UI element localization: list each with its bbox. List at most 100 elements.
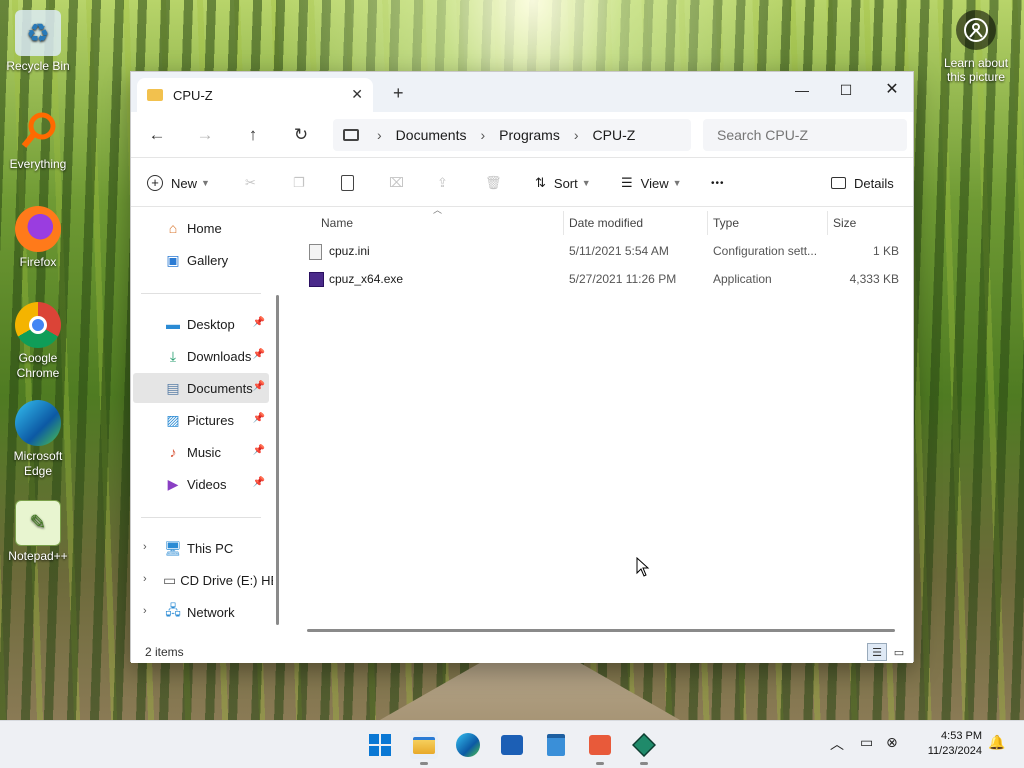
- sort-button[interactable]: ⇅ Sort ▼: [535, 171, 591, 195]
- sidebar-item-videos[interactable]: ▶ Videos 📌: [133, 469, 269, 499]
- more-icon: •••: [711, 177, 725, 189]
- file-size: 1 KB: [872, 244, 899, 258]
- refresh-button[interactable]: ↻: [289, 124, 313, 148]
- network-status-icon[interactable]: ▭: [860, 734, 873, 751]
- view-button[interactable]: ☰ View ▼: [621, 171, 682, 195]
- more-options-button[interactable]: •••: [711, 171, 725, 195]
- recycle-bin-icon: ♻: [15, 10, 61, 56]
- sidebar-item-this-pc[interactable]: 🖥 This PC: [133, 533, 269, 563]
- sort-icon: ⇅: [535, 175, 546, 190]
- cut-button[interactable]: ✂: [245, 171, 256, 195]
- pin-icon[interactable]: 📌: [253, 477, 265, 488]
- sidebar-scrollbar[interactable]: [276, 295, 279, 625]
- breadcrumb-chevron-icon: ›: [573, 127, 579, 143]
- notification-bell-icon[interactable]: 🔔: [988, 734, 1005, 751]
- sidebar-item-cd-drive[interactable]: ▭ CD Drive (E:) HB: [133, 565, 273, 595]
- copy-button[interactable]: ❐: [293, 171, 305, 195]
- forward-button[interactable]: →: [193, 124, 217, 148]
- sidebar-item-music[interactable]: ♪ Music 📌: [133, 437, 269, 467]
- details-pane-button[interactable]: Details: [831, 171, 894, 195]
- close-tab-icon[interactable]: ✕: [351, 86, 363, 103]
- column-separator[interactable]: [827, 211, 828, 235]
- file-name: cpuz.ini: [329, 244, 370, 258]
- sidebar-item-pictures[interactable]: ▨ Pictures 📌: [133, 405, 269, 435]
- learn-about-picture[interactable]: Learn about this picture: [936, 10, 1016, 84]
- pin-icon[interactable]: 📌: [253, 445, 265, 456]
- desktop-icon-notepadpp[interactable]: ✎ Notepad++: [0, 500, 76, 564]
- taskbar-notepad[interactable]: [542, 731, 570, 759]
- desktop-icon-firefox[interactable]: Firefox: [0, 206, 76, 270]
- edge-icon: [456, 733, 480, 757]
- column-header-name[interactable]: Name: [321, 211, 353, 235]
- maximize-button[interactable]: ☐: [823, 76, 869, 104]
- item-count: 2 items: [145, 645, 184, 659]
- sidebar-item-desktop[interactable]: ▬ Desktop 📌: [133, 309, 269, 339]
- desktop-icon-recycle-bin[interactable]: ♻ Recycle Bin: [0, 10, 76, 74]
- tiles-view-button[interactable]: ▭: [889, 643, 909, 661]
- desktop-icon-label: Microsoft Edge: [13, 449, 63, 478]
- sidebar-item-label: Music: [187, 444, 221, 460]
- taskbar-store[interactable]: [498, 731, 526, 759]
- pin-icon[interactable]: 📌: [253, 381, 265, 392]
- column-header-size[interactable]: Size: [833, 211, 856, 235]
- sidebar-item-label: This PC: [187, 540, 234, 556]
- start-button[interactable]: [366, 731, 394, 759]
- chrome-icon: [15, 302, 61, 348]
- pin-icon[interactable]: 📌: [253, 317, 265, 328]
- table-row[interactable]: cpuz.ini 5/11/2021 5:54 AM Configuration…: [287, 237, 913, 265]
- breadcrumb-cpu-z[interactable]: CPU-Z: [593, 127, 636, 143]
- wallpaper-path: [380, 660, 680, 720]
- back-button[interactable]: ←: [145, 124, 169, 148]
- taskbar-app-red[interactable]: [586, 731, 614, 765]
- breadcrumb-chevron-icon: ›: [480, 127, 486, 143]
- close-window-button[interactable]: ✕: [869, 76, 915, 104]
- music-icon: ♪: [169, 444, 177, 460]
- new-button[interactable]: + New ▼: [147, 171, 210, 195]
- desktop-icon-everything[interactable]: Everything: [0, 108, 76, 172]
- sidebar-item-network[interactable]: 🖧 Network: [133, 597, 269, 627]
- column-separator[interactable]: [563, 211, 564, 235]
- share-button[interactable]: ⇪: [437, 171, 448, 195]
- sidebar-item-gallery[interactable]: ▣ Gallery: [133, 245, 269, 275]
- sidebar-item-label: Pictures: [187, 412, 234, 428]
- taskbar-file-explorer[interactable]: [410, 731, 438, 765]
- up-button[interactable]: ↑: [241, 124, 265, 148]
- volume-muted-icon[interactable]: ⊗: [886, 734, 898, 751]
- sidebar-item-label: Videos: [187, 476, 227, 492]
- sidebar-item-home[interactable]: ⌂ Home: [133, 213, 269, 243]
- new-tab-button[interactable]: +: [393, 83, 404, 104]
- diamond-app-icon: [632, 733, 656, 757]
- table-row[interactable]: cpuz_x64.exe 5/27/2021 11:26 PM Applicat…: [287, 265, 913, 293]
- delete-button[interactable]: 🗑: [485, 171, 502, 195]
- pin-icon[interactable]: 📌: [253, 349, 265, 360]
- folder-icon: [147, 89, 163, 101]
- sidebar-divider: [141, 293, 261, 294]
- taskbar-edge[interactable]: [454, 731, 482, 759]
- minimize-button[interactable]: —: [779, 76, 825, 104]
- clock-date: 11/23/2024: [927, 745, 982, 757]
- sidebar-item-downloads[interactable]: ⤓ Downloads 📌: [133, 341, 269, 371]
- taskbar-app-green[interactable]: [630, 731, 658, 765]
- desktop-icon-chrome[interactable]: Google Chrome: [0, 302, 76, 381]
- sidebar-item-documents[interactable]: ▤ Documents 📌: [133, 373, 269, 403]
- learn-label: Learn about this picture: [943, 56, 1009, 84]
- column-separator[interactable]: [707, 211, 708, 235]
- rename-button[interactable]: ⌧: [389, 171, 404, 195]
- breadcrumb-documents[interactable]: Documents: [396, 127, 467, 143]
- horizontal-scrollbar[interactable]: [307, 629, 895, 632]
- breadcrumb-programs[interactable]: Programs: [499, 127, 560, 143]
- desktop-icon-edge[interactable]: Microsoft Edge: [0, 400, 76, 479]
- magnifier-icon: [21, 112, 56, 148]
- paste-button[interactable]: [341, 171, 354, 195]
- share-icon: ⇪: [437, 175, 448, 190]
- details-view-button[interactable]: ☰: [867, 643, 887, 661]
- file-explorer-window: CPU-Z ✕ + — ☐ ✕ ← → ↑ ↻ › Documents › Pr…: [130, 71, 915, 663]
- pin-icon[interactable]: 📌: [253, 413, 265, 424]
- column-header-date[interactable]: Date modified: [569, 211, 643, 235]
- search-input[interactable]: [703, 119, 907, 151]
- column-header-type[interactable]: Type: [713, 211, 739, 235]
- show-hidden-icons-button[interactable]: ︿: [830, 734, 844, 754]
- clock[interactable]: 4:53 PM 11/23/2024: [912, 729, 982, 759]
- tab-cpu-z[interactable]: CPU-Z ✕: [137, 78, 373, 112]
- address-breadcrumb[interactable]: › Documents › Programs › CPU-Z: [333, 119, 691, 151]
